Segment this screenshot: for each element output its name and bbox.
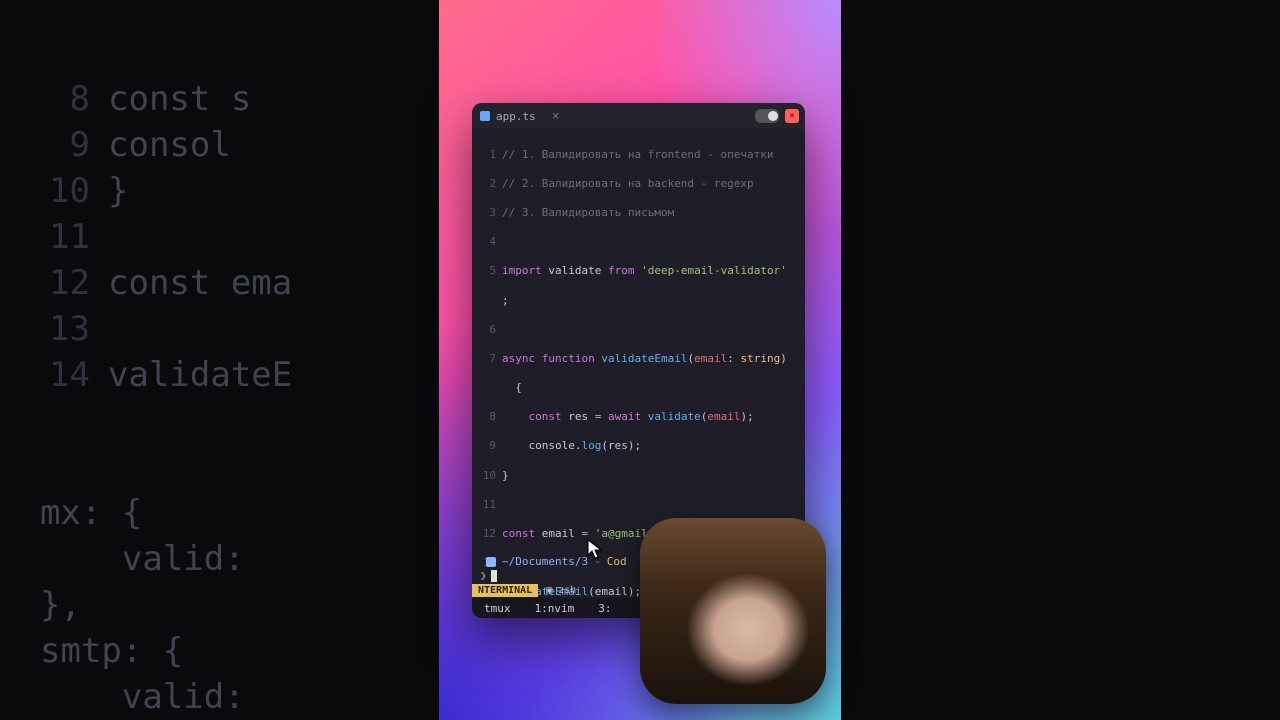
tmux-window-3[interactable]: 3:: [598, 602, 611, 615]
shell-name: zsh: [558, 585, 576, 596]
code-editor[interactable]: 1// 1. Валидировать на frontend - опечат…: [472, 129, 805, 546]
prompt-glyph-icon: ❯: [480, 569, 487, 582]
terminal-prompt[interactable]: ❯: [480, 569, 497, 582]
terminal-cursor: [491, 570, 497, 582]
window-close-button[interactable]: ×: [785, 109, 799, 123]
tab-filename[interactable]: app.ts: [496, 110, 536, 123]
webcam-overlay: [640, 518, 826, 704]
close-icon: ×: [789, 111, 794, 121]
tmux-label: tmux: [484, 602, 511, 615]
toggle-switch[interactable]: [755, 109, 779, 123]
tab-close-icon[interactable]: ×: [552, 109, 560, 124]
titlebar[interactable]: app.ts × ×: [472, 103, 805, 129]
shell-icon: ▣: [546, 585, 552, 596]
tmux-window-1[interactable]: 1:nvim: [535, 602, 575, 615]
mode-badge: NTERMINAL: [472, 584, 538, 597]
typescript-file-icon: [480, 111, 490, 121]
folder-icon: [486, 557, 496, 567]
